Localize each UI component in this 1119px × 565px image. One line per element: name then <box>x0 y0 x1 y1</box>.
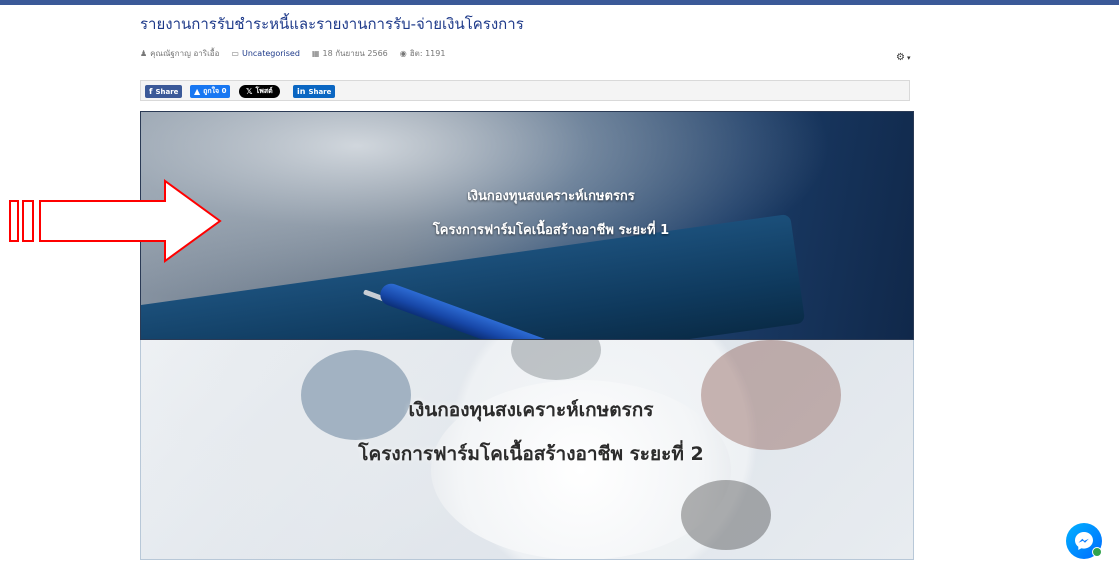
x-post-button[interactable]: 𝕏 โพสต์ <box>239 85 280 98</box>
x-logo-icon: 𝕏 <box>246 87 253 96</box>
folder-icon: ▭ <box>231 48 239 58</box>
banner-caption: เงินกองทุนสงเคราะห์เกษตรกร โครงการฟาร์มโ… <box>401 180 701 248</box>
hits-count: ฮิต: 1191 <box>409 48 446 58</box>
x-post-label: โพสต์ <box>255 87 273 95</box>
thumbs-up-icon: ▲ <box>194 87 201 96</box>
category-meta[interactable]: ▭ Uncategorised <box>231 49 300 58</box>
banner-line-1: เงินกองทุนสงเคราะห์เกษตรกร <box>408 399 654 421</box>
online-status-dot <box>1092 547 1102 557</box>
article-meta: ♟ คุณณัฐกาญ อาริเอื้อ ▭ Uncategorised ▦ … <box>140 46 445 60</box>
date-meta: ▦ 18 กันยายน 2566 <box>312 47 388 60</box>
gear-icon: ⚙ <box>896 52 905 63</box>
linkedin-share-button[interactable]: in Share <box>293 85 336 98</box>
banner-line-1: เงินกองทุนสงเคราะห์เกษตรกร <box>467 189 635 204</box>
facebook-icon: f <box>149 87 153 96</box>
banner-line-2: โครงการฟาร์มโคเนื้อสร้างอาชีพ ระยะที่ 1 <box>432 223 670 238</box>
linkedin-share-label: Share <box>308 87 332 96</box>
messenger-chat-button[interactable] <box>1066 523 1102 559</box>
social-share-bar: f Share ▲ ถูกใจ 0 𝕏 โพสต์ in Share <box>140 80 910 101</box>
facebook-like-label: ถูกใจ 0 <box>203 87 227 95</box>
linkedin-icon: in <box>297 87 306 96</box>
article-tools-button[interactable]: ⚙ ▾ <box>896 52 910 63</box>
person-illustration <box>681 480 771 550</box>
messenger-icon <box>1075 532 1093 550</box>
user-icon: ♟ <box>140 48 148 58</box>
calendar-icon: ▦ <box>311 48 320 58</box>
facebook-share-label: Share <box>155 87 179 96</box>
project-banner-phase-2[interactable]: เงินกองทุนสงเคราะห์เกษตรกร โครงการฟาร์มโ… <box>140 340 914 560</box>
arrow-annotation <box>0 178 225 268</box>
project-banner-phase-1[interactable]: เงินกองทุนสงเคราะห์เกษตรกร โครงการฟาร์มโ… <box>140 111 914 340</box>
eye-icon: ◉ <box>399 48 407 58</box>
top-accent-bar <box>0 0 1119 5</box>
banner-caption: เงินกองทุนสงเคราะห์เกษตรกร โครงการฟาร์มโ… <box>301 388 761 476</box>
page-title[interactable]: รายงานการรับชำระหนี้และรายงานการรับ-จ่าย… <box>140 12 524 36</box>
facebook-share-button[interactable]: f Share <box>145 85 183 98</box>
arrow-icon <box>9 179 222 263</box>
hits-meta: ◉ ฮิต: 1191 <box>400 47 446 60</box>
banner-line-2: โครงการฟาร์มโคเนื้อสร้างอาชีพ ระยะที่ 2 <box>358 443 704 465</box>
publish-date: 18 กันยายน 2566 <box>322 48 388 58</box>
author-name: คุณณัฐกาญ อาริเอื้อ <box>150 48 220 58</box>
facebook-like-button[interactable]: ▲ ถูกใจ 0 <box>190 85 231 98</box>
chevron-down-icon: ▾ <box>906 53 911 62</box>
category-link[interactable]: Uncategorised <box>242 49 300 58</box>
author-meta: ♟ คุณณัฐกาญ อาริเอื้อ <box>140 47 219 60</box>
